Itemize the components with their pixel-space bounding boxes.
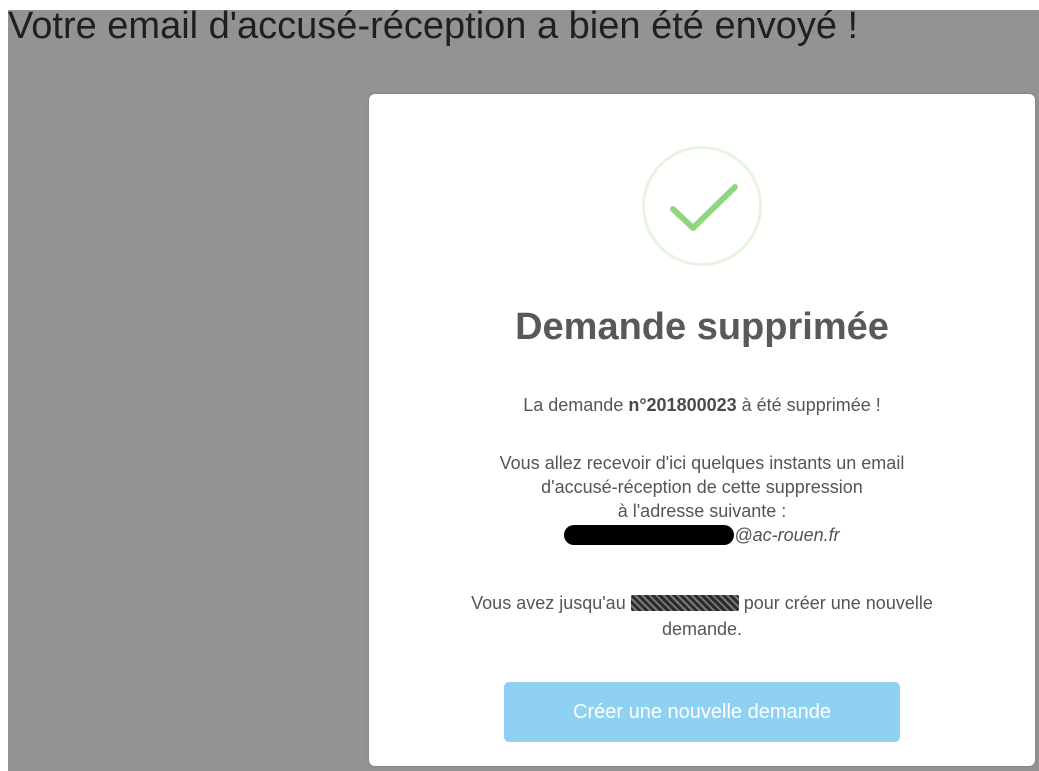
request-deleted-message: La demande n°201800023 à été supprimée ! [369,394,1035,416]
deadline-line: Vous avez jusqu'au pour créer une nouvel… [369,592,1035,618]
info-line: à l'adresse suivante : [617,501,787,521]
deadline-message: Vous avez jusqu'au pour créer une nouvel… [369,592,1035,644]
info-line: Vous allez recevoir d'ici quelques insta… [499,453,905,473]
deadline-suffix: pour créer une nouvelle [738,593,933,613]
request-number: n°201800023 [628,395,737,415]
request-prefix: La demande [523,395,629,415]
dialog-title: Demande supprimée [515,306,889,348]
success-checkmark-icon [642,146,762,266]
deadline-line-2: demande. [661,619,743,639]
redacted-email-user [564,525,735,545]
create-new-request-button[interactable]: Créer une nouvelle demande [504,682,900,742]
deadline-prefix: Vous avez jusqu'au [471,593,631,613]
email-info-message: Vous allez recevoir d'ici quelques insta… [369,452,1035,548]
info-line: d'accusé-réception de cette suppression [541,477,863,497]
email-domain: @ac-rouen.fr [734,525,840,545]
email-address: @ac-rouen.fr [369,524,1035,548]
request-suffix: à été supprimée ! [736,395,881,415]
page-heading: Votre email d'accusé-réception a bien ét… [8,5,859,47]
confirmation-dialog: Demande supprimée La demande n°201800023… [369,94,1035,766]
redacted-deadline-date [630,595,739,611]
